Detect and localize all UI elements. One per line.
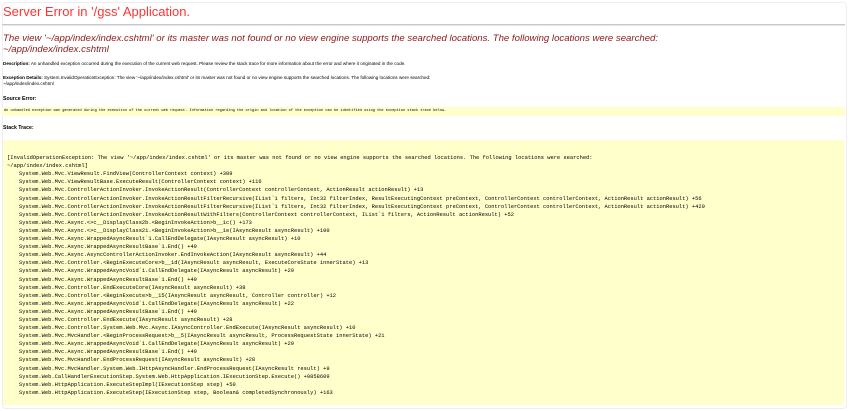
stack-trace-line: System.Web.Mvc.ControllerActionInvoker.I… [19,195,702,202]
stack-trace-line: System.Web.HttpApplication.ExecuteStepIm… [19,381,236,388]
stack-trace-line: System.Web.Mvc.ControllerActionInvoker.I… [19,203,705,210]
stack-trace-line: System.Web.Mvc.Async.WrappedAsyncVoid`1.… [19,341,294,348]
stack-trace-line: System.Web.Mvc.Controller.System.Web.Mvc… [19,325,356,332]
trace-header-1: [InvalidOperationException: The view '~/… [7,155,593,162]
stack-trace-line: System.Web.Mvc.Controller.EndExecuteCore… [19,284,246,291]
stack-trace-line: System.Web.Mvc.Async.<>c__DisplayClass21… [19,227,330,234]
stack-trace-line: System.Web.Mvc.Async.WrappedAsyncResultB… [19,244,197,251]
exception-text: System.InvalidOperationException: The vi… [44,75,431,80]
stack-trace-line: System.Web.Mvc.Async.WrappedAsyncResultB… [19,276,197,283]
stack-trace-box: [InvalidOperationException: The view '~/… [3,140,844,405]
stack-trace-line: System.Web.Mvc.Async.WrappedAsyncResultB… [19,349,197,356]
source-error-box: An unhandled exception was generated dur… [2,107,845,116]
stack-trace-line: System.Web.Mvc.Async.WrappedAsyncResultB… [19,308,197,315]
stack-trace-line: System.Web.Mvc.MvcHandler.<BeginProcessR… [19,333,385,340]
stack-trace-line: System.Web.Mvc.Async.AsyncControllerActi… [19,252,327,259]
stack-trace-line: System.Web.Mvc.Controller.<BeginExecute>… [19,292,337,299]
stack-trace-line: System.Web.Mvc.ViewResultBase.ExecuteRes… [19,179,262,186]
exception-label: Exception Details: [3,75,43,80]
description: Description: An unhandled exception occu… [3,61,405,67]
description-text: An unhandled exception occurred during t… [30,61,406,66]
stack-trace-line: System.Web.CallHandlerExecutionStep.Syst… [19,373,330,380]
exception-details: Exception Details: System.InvalidOperati… [3,75,430,87]
description-label: Description: [3,61,30,66]
error-heading-line2: ~/app/index/index.cshtml [3,44,109,55]
exception-text-2: ~/app/index/index.cshtml [3,81,54,86]
stack-trace-line: System.Web.Mvc.Async.WrappedAsyncVoid`1.… [19,300,294,307]
stack-trace-line: System.Web.Mvc.ViewResult.FindView(Contr… [19,171,233,178]
error-heading-line1: The view '~/app/index/index.cshtml' or i… [3,33,659,44]
stack-trace-line: System.Web.Mvc.MvcHandler.EndProcessRequ… [19,357,256,364]
error-heading: The view '~/app/index/index.cshtml' or i… [3,33,843,55]
divider [2,24,845,26]
stack-trace-line: System.Web.Mvc.ControllerActionInvoker.I… [19,211,514,218]
stack-trace-line: System.Web.Mvc.Async.WrappedAsyncVoid`1.… [19,268,294,275]
source-error-label: Source Error: [3,96,37,102]
stack-trace-line: System.Web.Mvc.Controller.<BeginExecuteC… [19,260,369,267]
stack-trace-line: System.Web.HttpApplication.ExecuteStep(I… [19,389,333,396]
stack-trace-line: System.Web.Mvc.ControllerActionInvoker.I… [19,187,424,194]
page-title: Server Error in '/gss' Application. [3,4,191,19]
stack-trace-line: System.Web.Mvc.Async.WrappedAsyncResult`… [19,236,301,243]
stack-trace-label: Stack Trace: [3,125,34,131]
stack-trace-line: System.Web.Mvc.Controller.EndExecute(IAs… [19,316,233,323]
stack-trace-line: System.Web.Mvc.Async.<>c__DisplayClass2b… [19,219,252,226]
trace-header-2: ~/app/index/index.cshtml] [7,163,88,170]
stack-trace-line: System.Web.Mvc.MvcHandler.System.Web.IHt… [19,365,330,372]
